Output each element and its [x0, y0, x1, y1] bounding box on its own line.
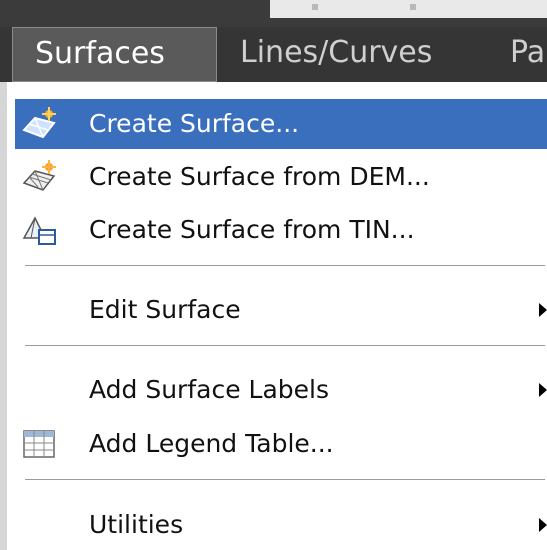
menu-item-label: Utilities: [89, 510, 184, 539]
menu-item-add-legend-table[interactable]: Add Legend Table...: [15, 419, 547, 469]
toolbar-strip: [270, 0, 547, 18]
menu-item-create-surface[interactable]: Create Surface...: [15, 99, 547, 149]
legend-table-icon: [23, 430, 55, 458]
menu-separator: [25, 345, 545, 347]
menu-item-label: Add Legend Table...: [89, 429, 334, 458]
menubar-surfaces[interactable]: Surfaces: [12, 27, 217, 82]
menu-item-create-surface-from-dem[interactable]: Create Surface from DEM...: [15, 152, 547, 202]
submenu-arrow-icon: [539, 303, 547, 317]
menu-item-label: Edit Surface: [89, 295, 241, 324]
menubar-pa[interactable]: Pa: [510, 27, 545, 82]
surface-from-dem-icon: [22, 160, 56, 191]
create-surface-icon: [22, 107, 56, 139]
submenu-arrow-icon: [539, 383, 547, 397]
window-top-strip: [0, 0, 547, 27]
surface-from-tin-icon: [22, 216, 56, 245]
surfaces-dropdown-menu: Create Surface... Create Surface from DE…: [0, 82, 547, 550]
menu-separator: [25, 479, 545, 481]
menu-item-label: Create Surface...: [89, 109, 300, 138]
menu-item-create-surface-from-tin[interactable]: Create Surface from TIN...: [15, 205, 547, 255]
menu-item-utilities[interactable]: Utilities: [15, 500, 547, 550]
menu-item-label: Create Surface from TIN...: [89, 215, 415, 244]
menu-separator: [25, 265, 545, 267]
menu-item-edit-surface[interactable]: Edit Surface: [15, 285, 547, 335]
menubar: Surfaces Lines/Curves Pa: [0, 27, 547, 82]
menubar-lines-curves[interactable]: Lines/Curves: [240, 27, 432, 82]
menu-item-label: Create Surface from DEM...: [89, 162, 430, 191]
submenu-arrow-icon: [539, 518, 547, 532]
menu-item-add-surface-labels[interactable]: Add Surface Labels: [15, 365, 547, 415]
menu-item-label: Add Surface Labels: [89, 375, 330, 404]
